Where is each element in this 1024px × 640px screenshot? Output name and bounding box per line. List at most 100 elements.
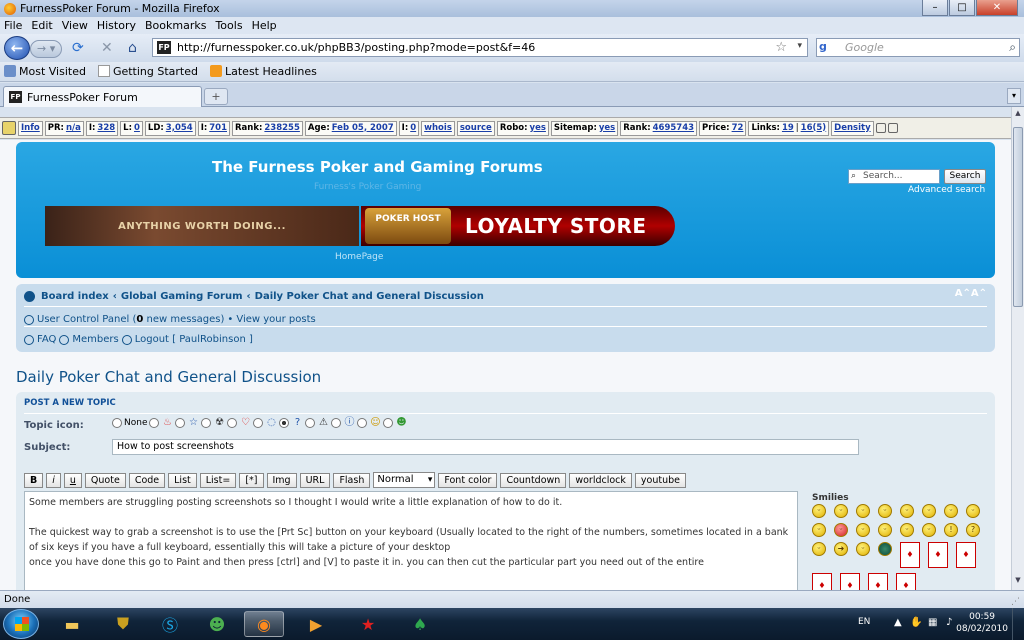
seo-links[interactable]: L: 0	[120, 120, 143, 136]
start-button[interactable]	[3, 609, 39, 639]
bookmark-latest-headlines[interactable]: Latest Headlines	[210, 65, 317, 78]
language-indicator[interactable]: EN	[858, 617, 870, 627]
site-banner[interactable]: ANYTHING WORTH DOING... POKER HOST LOYAL…	[45, 206, 675, 246]
smiley-icon[interactable]: ᵕ	[878, 504, 892, 518]
topic-icon-radio-warning[interactable]	[305, 418, 316, 428]
url-bar[interactable]: FP http://furnesspoker.co.uk/phpBB3/post…	[152, 38, 808, 57]
topic-icon-radio-heart[interactable]	[227, 418, 238, 428]
clock[interactable]: 00:59 08/02/2010	[956, 611, 1008, 635]
underline-button[interactable]: u	[63, 472, 82, 488]
list-item-button[interactable]: [*]	[239, 472, 264, 488]
forum-title[interactable]: Daily Poker Chat and General Discussion	[16, 368, 321, 386]
code-button[interactable]: Code	[128, 472, 166, 488]
youtube-button[interactable]: youtube	[634, 472, 686, 488]
maximize-button[interactable]: □	[949, 0, 975, 16]
topic-icon-radio-info[interactable]	[331, 418, 342, 428]
scroll-down-icon[interactable]: ▼	[1013, 576, 1023, 588]
show-desktop-button[interactable]	[1012, 608, 1024, 640]
seo-info[interactable]: Info	[18, 120, 43, 136]
forum-search-input[interactable]: ⌕ Search...	[848, 169, 940, 184]
stop-icon[interactable]: ✕	[101, 41, 113, 55]
seo-toggle-icon[interactable]	[875, 123, 886, 133]
smiley-icon[interactable]: ᵕ	[856, 523, 870, 537]
taskbar-pokerstars[interactable]: ★	[348, 611, 388, 637]
font-size-select[interactable]: Normal	[373, 472, 436, 488]
arrow-smiley-icon[interactable]: ➜	[834, 542, 848, 556]
topic-icon-radio-speech[interactable]	[253, 418, 264, 428]
smiley-icon[interactable]: ᵕ	[900, 523, 914, 537]
seo-robo[interactable]: Robo: yes	[496, 120, 549, 136]
members-link[interactable]: Members	[72, 334, 118, 345]
seo-links-count[interactable]: Links: 19 | 16(5)	[748, 120, 830, 136]
poker-chip-icon[interactable]	[878, 542, 892, 556]
playing-card-icon[interactable]: ♦	[956, 542, 976, 568]
flash-button[interactable]: Flash	[333, 472, 371, 488]
url-text[interactable]: http://furnesspoker.co.uk/phpBB3/posting…	[177, 41, 535, 54]
font-resize-icon[interactable]: A⌃A⌃	[955, 288, 987, 299]
magnifier-icon[interactable]: ⌕	[1009, 40, 1016, 55]
search-bar[interactable]: g Google ⌕	[816, 38, 1020, 57]
menu-help[interactable]: Help	[252, 19, 277, 32]
seo-rank[interactable]: Rank: 238255	[232, 120, 303, 136]
scrollbar-thumb[interactable]	[1013, 127, 1023, 307]
tray-arrow-icon[interactable]: ▲	[894, 617, 902, 628]
url-button[interactable]: URL	[299, 472, 331, 488]
volume-icon[interactable]: ♪	[946, 617, 952, 628]
topic-icon-radio-smile[interactable]	[357, 418, 368, 428]
playing-card-icon[interactable]: ♦	[812, 573, 832, 590]
menu-bookmarks[interactable]: Bookmarks	[145, 19, 206, 32]
bold-button[interactable]: B	[24, 472, 44, 488]
menu-edit[interactable]: Edit	[31, 19, 52, 32]
google-icon[interactable]: g	[819, 40, 841, 55]
playing-card-icon[interactable]: ♦	[900, 542, 920, 568]
tray-hand-icon[interactable]: ✋	[910, 617, 922, 628]
forward-button[interactable]: → ▾	[30, 40, 62, 58]
topic-icon-radio-alien[interactable]	[383, 418, 394, 428]
menu-file[interactable]: File	[4, 19, 22, 32]
smiley-icon[interactable]: ᵕ	[922, 504, 936, 518]
topic-icon-radio-star[interactable]	[175, 418, 186, 428]
smiley-icon[interactable]: ᵕ	[812, 523, 826, 537]
topic-icon-radio-none[interactable]	[112, 418, 122, 428]
seo-density[interactable]: Density	[831, 120, 874, 136]
smiley-icon[interactable]: ᵕ	[878, 523, 892, 537]
seo-age[interactable]: Age: Feb 05, 2007	[304, 120, 397, 136]
seo-pr[interactable]: PR: n/a	[44, 120, 84, 136]
seo-close-icon[interactable]	[887, 123, 898, 133]
smiley-icon[interactable]: ᵕ	[812, 504, 826, 518]
breadcrumb-global-gaming-forum[interactable]: Global Gaming Forum	[121, 291, 243, 302]
seo-sitemap[interactable]: Sitemap: yes	[550, 120, 619, 136]
advanced-search-link[interactable]: Advanced search	[908, 185, 985, 195]
taskbar-media-player[interactable]: ▶	[296, 611, 336, 637]
countdown-button[interactable]: Countdown	[500, 472, 567, 488]
playing-card-icon[interactable]: ♦	[868, 573, 888, 590]
settings-gear-icon[interactable]	[2, 121, 16, 135]
seo-source[interactable]: source	[456, 120, 495, 136]
url-dropdown-icon[interactable]: ▾	[797, 41, 802, 51]
taskbar-explorer[interactable]: ▬	[52, 611, 92, 637]
bookmark-most-visited[interactable]: Most Visited	[4, 65, 86, 78]
search-placeholder[interactable]: Google	[845, 41, 884, 54]
topic-icon-radio-radioactive[interactable]	[201, 418, 212, 428]
exclaim-smiley-icon[interactable]: !	[944, 523, 958, 537]
forum-search-button[interactable]: Search	[944, 169, 986, 184]
playing-card-icon[interactable]: ♦	[928, 542, 948, 568]
homepage-link[interactable]: HomePage	[335, 252, 383, 262]
ucp-link[interactable]: User Control Panel (0 new messages)	[37, 314, 224, 325]
playing-card-icon[interactable]: ♦	[840, 573, 860, 590]
smiley-icon[interactable]: ᵕ	[922, 523, 936, 537]
page-scrollbar[interactable]: ▲ ▼	[1011, 107, 1024, 590]
idea-smiley-icon[interactable]: ᵕ	[812, 542, 826, 556]
smiley-icon[interactable]: ᵕ	[856, 542, 870, 556]
close-button[interactable]: ✕	[976, 0, 1018, 16]
faq-link[interactable]: FAQ	[37, 334, 56, 345]
reload-icon[interactable]: ⟳	[72, 41, 84, 55]
tab-furnesspoker-forum[interactable]: FP FurnessPoker Forum	[3, 86, 202, 107]
scroll-up-icon[interactable]: ▲	[1013, 109, 1023, 121]
bookmark-getting-started[interactable]: Getting Started	[97, 65, 198, 78]
minimize-button[interactable]: –	[922, 0, 948, 16]
smiley-icon[interactable]: ᵕ	[856, 504, 870, 518]
message-textarea[interactable]: Some members are struggling posting scre…	[24, 491, 798, 590]
seo-price[interactable]: Price: 72	[699, 120, 747, 136]
smiley-icon[interactable]: ᵕ	[944, 504, 958, 518]
